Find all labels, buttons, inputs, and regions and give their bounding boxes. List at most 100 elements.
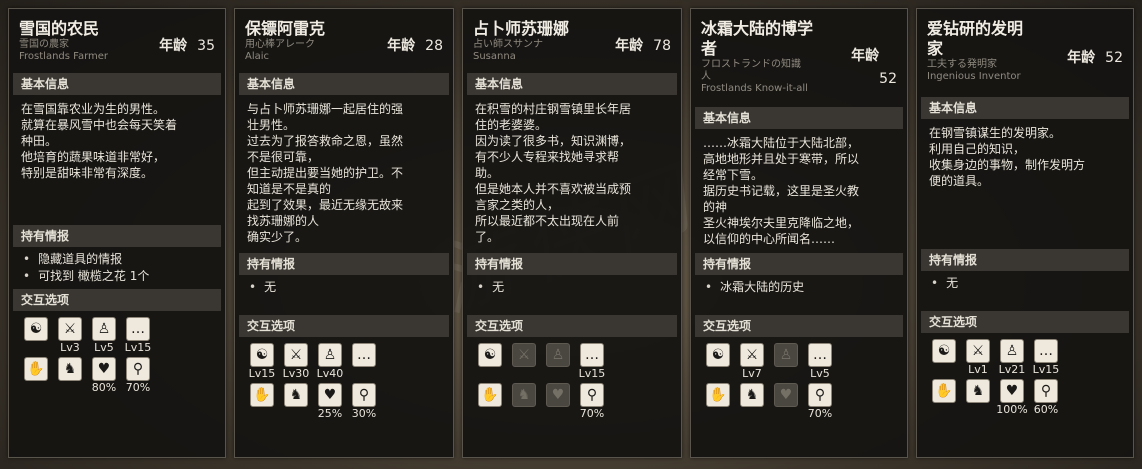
interaction-option: ⚔ [507,343,541,381]
crossed-swords-icon[interactable]: ⚔ [740,343,764,367]
heart-icon[interactable]: ♥ [318,383,342,407]
intel-header: 持有情报 [13,225,221,247]
interaction-requirement: 70% [579,407,605,420]
interaction-option[interactable]: ☯ [473,343,507,381]
interaction-option[interactable]: ⚔ Lv3 [53,317,87,355]
age-field: 年龄 52 [851,45,897,87]
interaction-requirement: Lv15 [578,367,606,380]
beast-icon[interactable]: ♞ [740,383,764,407]
interaction-option[interactable]: … Lv15 [121,317,155,355]
interaction-option[interactable]: ✋ [701,383,735,421]
hand-icon[interactable]: ✋ [932,379,956,403]
stolen-goods-icon[interactable]: ☯ [932,339,956,363]
interaction-option[interactable]: ⚲ 70% [575,383,609,421]
basic-info-header: 基本信息 [13,73,221,95]
interaction-requirement: 80% [91,381,117,394]
interaction-option[interactable]: ✋ [473,383,507,421]
beast-icon[interactable]: ♞ [966,379,990,403]
interaction-option[interactable]: ☯ [701,343,735,381]
interaction-option[interactable]: ⚔ Lv7 [735,343,769,381]
recruit-person-icon[interactable]: ♙ [92,317,116,341]
stolen-goods-icon[interactable]: ☯ [478,343,502,367]
interaction-option[interactable]: ☯ [927,339,961,377]
interaction-option[interactable]: ⚲ 60% [1029,379,1063,417]
interaction-option[interactable]: … Lv15 [1029,339,1063,377]
recruit-person-icon[interactable]: ♙ [318,343,342,367]
interaction-requirement [541,407,575,421]
stolen-goods-icon[interactable]: ☯ [24,317,48,341]
interaction-option[interactable]: ♞ [735,383,769,421]
interaction-option[interactable]: … Lv15 [575,343,609,381]
intel-item: 隐藏道具的情报 [23,251,213,268]
magnifier-icon[interactable]: ⚲ [1034,379,1058,403]
interaction-requirement [507,407,541,421]
speech-bubble-icon[interactable]: … [126,317,150,341]
crossed-swords-icon[interactable]: ⚔ [284,343,308,367]
age-label: 年龄 [615,38,644,54]
intel-list: 冰霜大陆的历史 [691,275,907,315]
interaction-option[interactable]: ✋ [19,357,53,395]
magnifier-icon[interactable]: ⚲ [352,383,376,407]
speech-bubble-icon[interactable]: … [1034,339,1058,363]
interaction-option[interactable]: ♙ Lv21 [995,339,1029,377]
magnifier-icon[interactable]: ⚲ [126,357,150,381]
npc-name-en: Ingenious Inventor [927,71,1021,82]
hand-icon[interactable]: ✋ [706,383,730,407]
stolen-goods-icon[interactable]: ☯ [706,343,730,367]
hand-icon[interactable]: ✋ [478,383,502,407]
intel-list: 无 [235,275,453,315]
interaction-option[interactable]: ♥ 80% [87,357,121,395]
intel-item: 无 [931,275,1121,292]
interaction-option[interactable]: ♞ [53,357,87,395]
intel-item: 无 [249,279,441,296]
npc-card-susanna: 占卜师苏珊娜 占い師スサンナ Susanna 年龄 78 基本信息 在积雪的村庄钢… [462,8,682,458]
interaction-option[interactable]: ✋ [245,383,279,421]
hand-icon[interactable]: ✋ [24,357,48,381]
npc-card-scholar: 冰霜大陆的博学 者 フロストランドの知識 人 Frostlands Know-i… [690,8,908,458]
recruit-person-icon[interactable]: ♙ [1000,339,1024,363]
speech-bubble-icon[interactable]: … [352,343,376,367]
basic-info-header: 基本信息 [239,73,449,95]
interaction-requirement: Lv3 [60,341,80,354]
interaction-option[interactable]: … [347,343,381,381]
interaction-option[interactable]: ♥ 100% [995,379,1029,417]
interaction-option[interactable]: ⚲ 70% [121,357,155,395]
interaction-option[interactable]: ⚔ Lv30 [279,343,313,381]
hand-icon[interactable]: ✋ [250,383,274,407]
npc-card-farmer: 雪国的农民 雪国の農家 Frostlands Farmer 年龄 35 基本信息 … [8,8,226,458]
interaction-requirement: Lv15 [248,367,276,380]
interaction-option[interactable]: ⚲ 70% [803,383,837,421]
interaction-option[interactable]: ♙ Lv40 [313,343,347,381]
heart-icon[interactable]: ♥ [92,357,116,381]
interaction-option[interactable]: ☯ [19,317,53,355]
npc-description: 在钢雪镇谋生的发明家。 利用自己的知识， 收集身边的事物，制作发明方 便的道具。 [929,126,1086,188]
magnifier-icon[interactable]: ⚲ [808,383,832,407]
interaction-requirement [507,367,541,381]
crossed-swords-icon[interactable]: ⚔ [966,339,990,363]
interaction-option[interactable]: … Lv5 [803,343,837,381]
interaction-option[interactable]: ♙ Lv5 [87,317,121,355]
crossed-swords-icon[interactable]: ⚔ [58,317,82,341]
speech-bubble-icon[interactable]: … [808,343,832,367]
intel-list: 隐藏道具的情报 可找到 橄榄之花 1个 [9,247,225,289]
heart-icon[interactable]: ♥ [1000,379,1024,403]
interaction-option[interactable]: ♞ [961,379,995,417]
interaction-option[interactable]: ⚲ 30% [347,383,381,421]
interaction-requirement: Lv15 [1032,363,1060,376]
npc-description: ……冰霜大陆位于大陆北部， 高地地形并且处于寒带，所以 经常下雪。 据历史书记载… [703,136,860,246]
age-label: 年龄 [1067,50,1096,66]
interaction-grid: ☯ ⚔ Lv7 ♙… Lv5 ✋ ♞ ♥ ⚲ 70% [691,337,907,421]
beast-icon[interactable]: ♞ [58,357,82,381]
interaction-option[interactable]: ☯ Lv15 [245,343,279,381]
beast-icon[interactable]: ♞ [284,383,308,407]
stolen-goods-icon[interactable]: ☯ [250,343,274,367]
interaction-option[interactable]: ♥ 25% [313,383,347,421]
speech-bubble-icon[interactable]: … [580,343,604,367]
interaction-requirement: Lv5 [810,367,830,380]
interaction-option[interactable]: ♞ [279,383,313,421]
interaction-option[interactable]: ⚔ Lv1 [961,339,995,377]
interaction-option[interactable]: ✋ [927,379,961,417]
magnifier-icon[interactable]: ⚲ [580,383,604,407]
interaction-requirement [347,367,381,381]
interaction-grid: ☯ ⚔ Lv3 ♙ Lv5… Lv15 ✋ ♞ ♥ 80% ⚲ 70% [9,311,225,395]
